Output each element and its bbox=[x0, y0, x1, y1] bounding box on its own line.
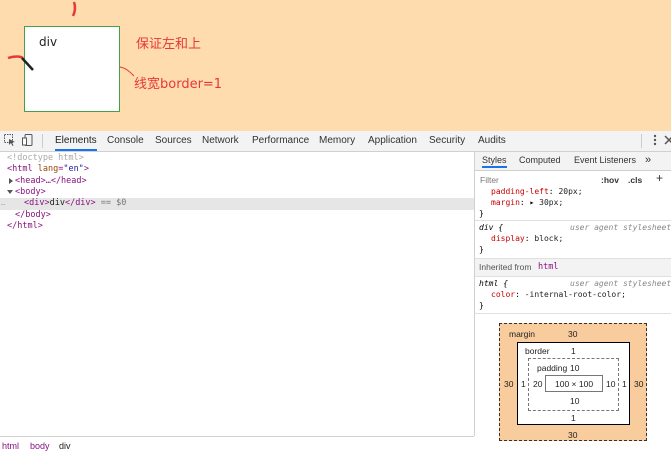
box-border-top[interactable]: 1 bbox=[571, 346, 576, 356]
dom-div-selected[interactable]: <div>div</div> == $0 bbox=[24, 198, 126, 209]
rule-divider bbox=[475, 220, 671, 221]
box-margin-bottom[interactable]: 30 bbox=[568, 430, 577, 440]
box-padding-label: padding bbox=[537, 363, 568, 373]
box-margin-right[interactable]: 30 bbox=[634, 379, 643, 389]
box-border-left[interactable]: 1 bbox=[521, 379, 526, 389]
tab-computed[interactable]: Computed bbox=[519, 153, 561, 168]
tab-sources[interactable]: Sources bbox=[155, 131, 192, 151]
style-prop-color[interactable]: color: -internal-root-color; bbox=[491, 290, 626, 300]
dom-gutter-ellipsis: … bbox=[1, 199, 6, 207]
inspect-icon[interactable] bbox=[4, 134, 16, 146]
box-padding-bottom[interactable]: 10 bbox=[570, 396, 579, 406]
dom-body-close[interactable]: </body> bbox=[15, 210, 51, 221]
toolbar-divider-right bbox=[641, 134, 642, 148]
more-tabs-icon[interactable]: » bbox=[645, 153, 651, 168]
rule2-source: user agent stylesheet bbox=[570, 223, 671, 232]
annotation-marks bbox=[7, 1, 135, 77]
annotation-border-leader bbox=[119, 66, 135, 77]
breadcrumb-body[interactable]: body bbox=[30, 441, 50, 451]
breadcrumb: html body div bbox=[0, 436, 474, 455]
inherited-label: Inherited from bbox=[479, 262, 532, 272]
box-border-right[interactable]: 1 bbox=[622, 379, 627, 389]
kebab-menu-icon[interactable] bbox=[649, 134, 661, 146]
styles-filter-input[interactable]: Filter bbox=[480, 175, 499, 185]
rule-divider-2 bbox=[475, 313, 671, 314]
tab-performance[interactable]: Performance bbox=[252, 131, 309, 151]
breadcrumb-div[interactable]: div bbox=[59, 441, 71, 451]
tab-application[interactable]: Application bbox=[368, 131, 417, 151]
dom-body-open[interactable]: <body> bbox=[15, 187, 46, 198]
tab-memory[interactable]: Memory bbox=[319, 131, 355, 151]
expand-head-arrow-icon[interactable] bbox=[8, 178, 14, 184]
rule1-close-brace: } bbox=[479, 209, 484, 218]
tab-security[interactable]: Security bbox=[429, 131, 465, 151]
breadcrumb-html[interactable]: html bbox=[2, 441, 19, 451]
annotation-top-left-text: 保证左和上 bbox=[136, 37, 202, 52]
box-padding-left[interactable]: 20 bbox=[533, 379, 542, 389]
annotation-top-tick bbox=[71, 1, 77, 17]
rule3-selector[interactable]: html { bbox=[479, 279, 508, 289]
tab-event-listeners[interactable]: Event Listeners bbox=[574, 153, 636, 168]
elements-dom-tree bbox=[0, 152, 475, 436]
box-padding-top[interactable]: 10 bbox=[570, 363, 579, 373]
toolbar-divider bbox=[42, 134, 43, 148]
box-padding-right[interactable]: 10 bbox=[606, 379, 615, 389]
collapse-body-arrow-icon[interactable] bbox=[7, 189, 13, 195]
box-content-size[interactable]: 100 × 100 bbox=[555, 379, 593, 389]
close-icon[interactable] bbox=[663, 134, 671, 146]
style-prop-margin[interactable]: margin: ▸ 30px; bbox=[491, 198, 563, 208]
box-border-label: border bbox=[525, 346, 550, 356]
box-border-bottom[interactable]: 1 bbox=[571, 413, 576, 423]
dom-html-open[interactable]: <html lang="en"> bbox=[7, 164, 89, 175]
tab-console[interactable]: Console bbox=[107, 131, 144, 151]
tab-network[interactable]: Network bbox=[202, 131, 239, 151]
box-margin-top[interactable]: 30 bbox=[568, 329, 577, 339]
hov-toggle[interactable]: :hov bbox=[601, 175, 619, 185]
devtools-toolbar: Elements Console Sources Network Perform… bbox=[0, 131, 671, 152]
tab-audits[interactable]: Audits bbox=[478, 131, 506, 151]
dom-doctype[interactable]: <!doctype html> bbox=[7, 153, 84, 164]
annotation-pointer bbox=[21, 57, 34, 71]
box-margin-left[interactable]: 30 bbox=[504, 379, 513, 389]
device-toolbar-icon[interactable] bbox=[22, 134, 34, 146]
tab-elements[interactable]: Elements bbox=[55, 131, 97, 151]
rule3-close-brace: } bbox=[479, 301, 484, 310]
style-prop-display[interactable]: display: block; bbox=[491, 234, 563, 244]
annotation-left-tick bbox=[7, 55, 24, 60]
box-margin-label: margin bbox=[509, 329, 535, 339]
rule2-selector[interactable]: div { bbox=[479, 223, 503, 233]
rule3-source: user agent stylesheet bbox=[570, 279, 671, 288]
annotation-border-text: 线宽border=1 bbox=[134, 77, 223, 92]
tab-styles[interactable]: Styles bbox=[482, 153, 507, 168]
cls-toggle[interactable]: .cls bbox=[628, 175, 642, 185]
rendered-page-viewport: div 保证左和上 线宽border=1 bbox=[0, 0, 671, 131]
dom-head[interactable]: <head>…</head> bbox=[15, 176, 87, 187]
new-style-rule-button[interactable]: + bbox=[656, 171, 663, 185]
rule2-close-brace: } bbox=[479, 245, 484, 254]
style-prop-padding-left[interactable]: padding-left: 20px; bbox=[491, 187, 583, 197]
dom-html-close[interactable]: </html> bbox=[7, 221, 43, 232]
inherited-from-html-link[interactable]: html bbox=[538, 262, 558, 272]
